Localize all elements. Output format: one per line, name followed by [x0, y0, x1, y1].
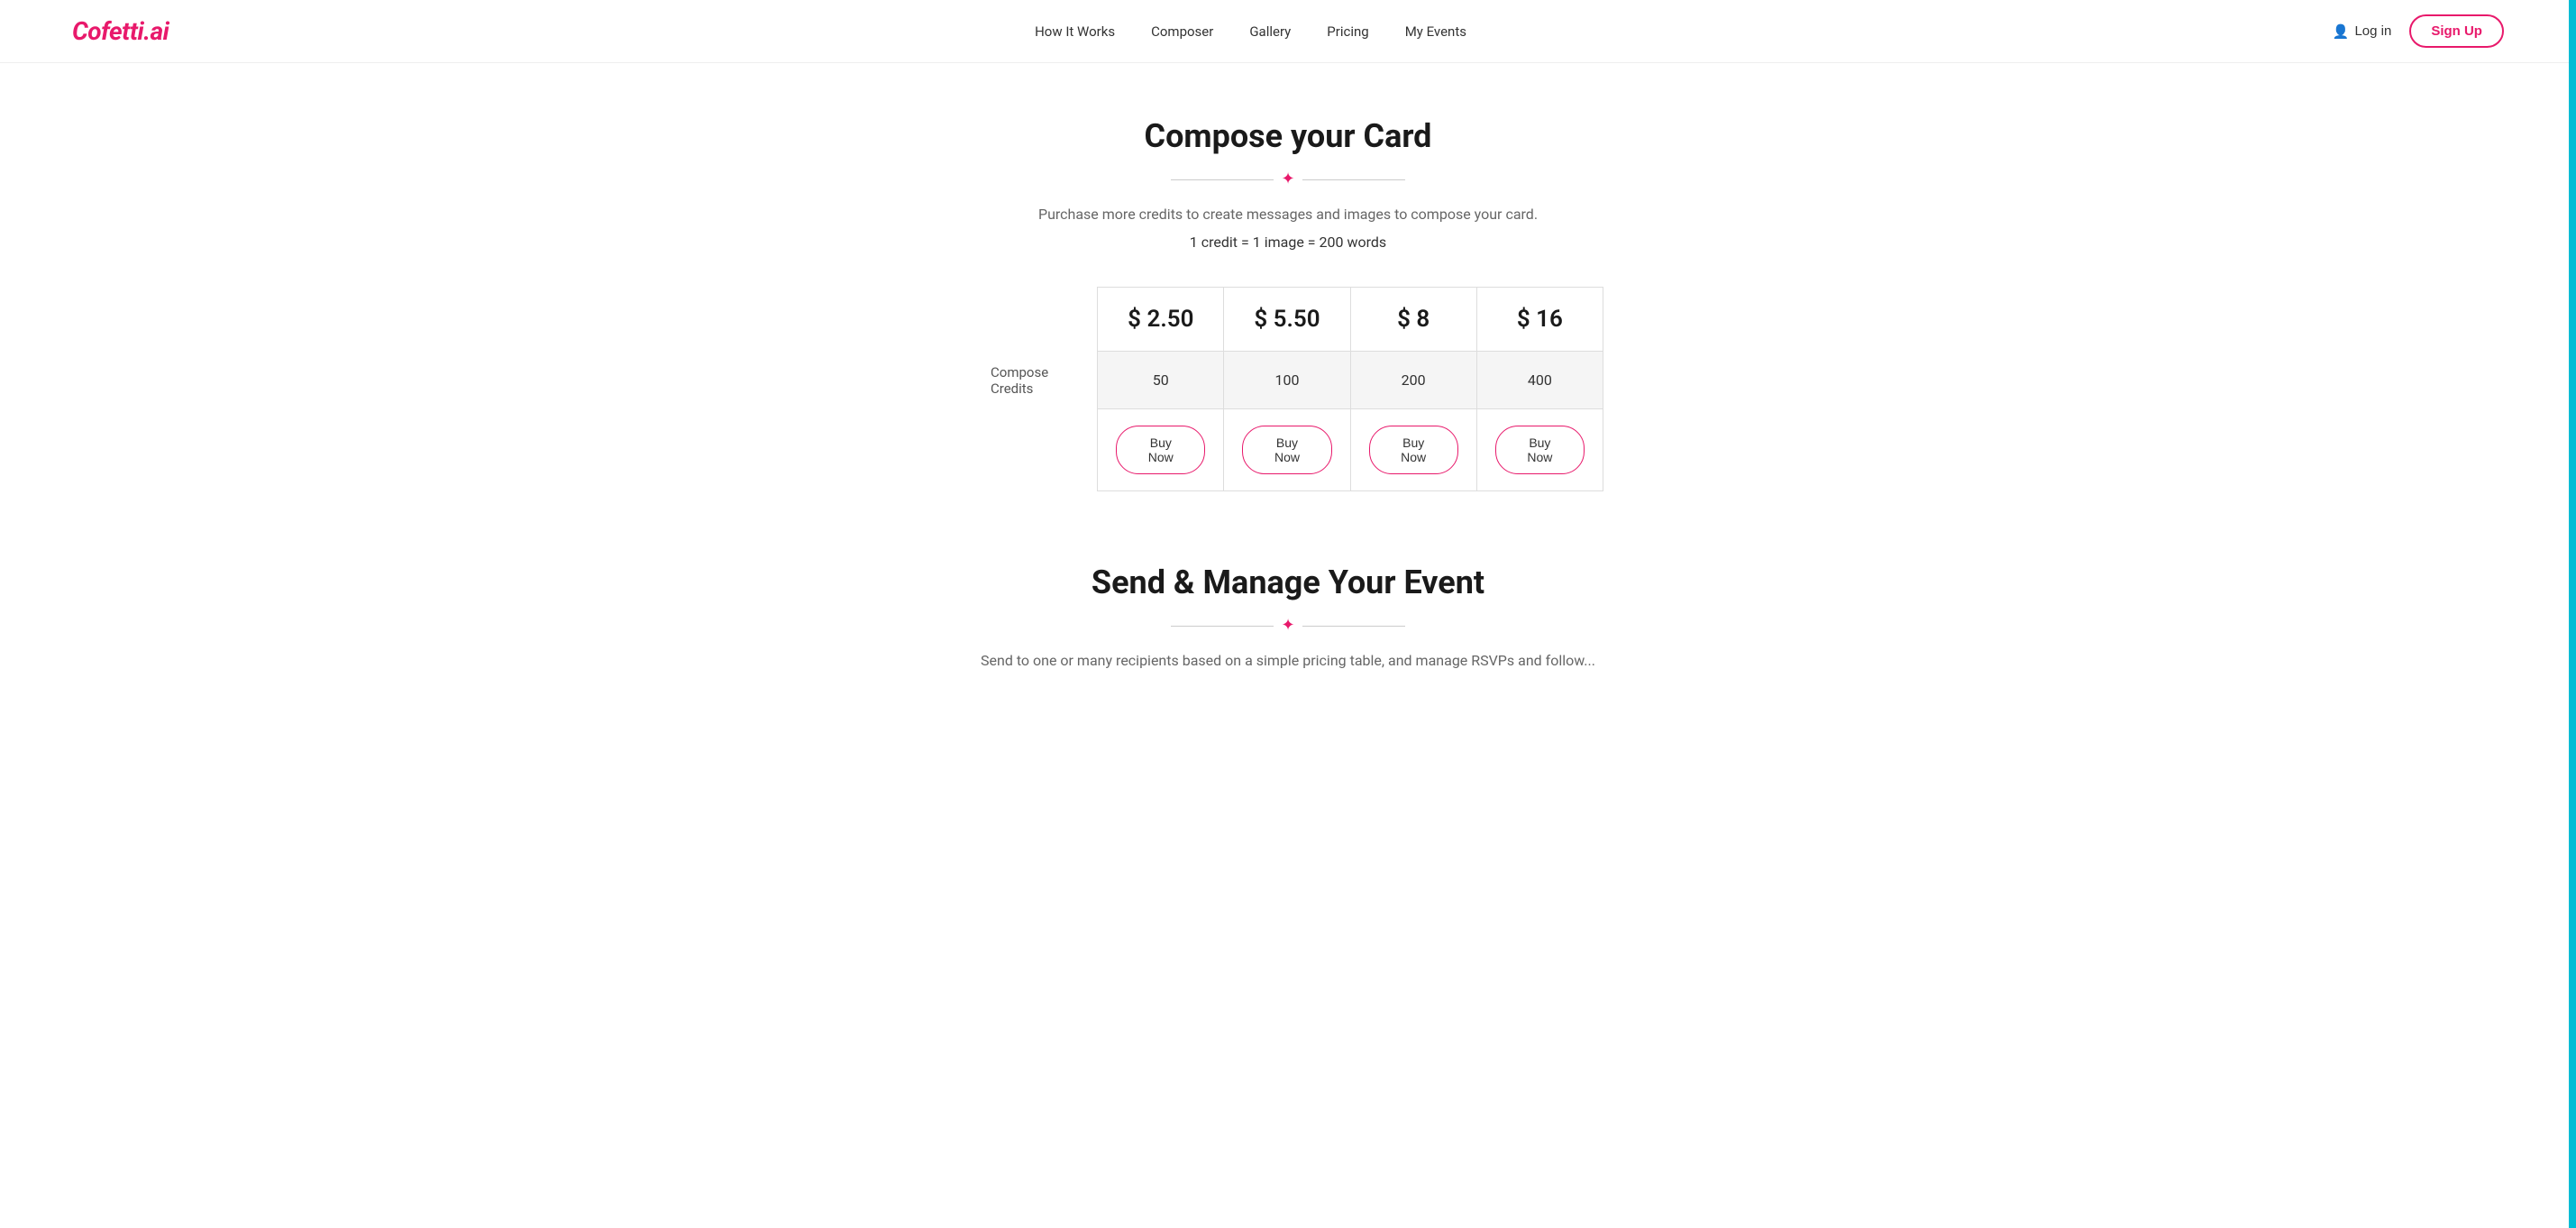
buy-now-cell-2: Buy Now [1224, 409, 1350, 491]
compose-card-section: Compose your Card ✦ Purchase more credit… [918, 117, 1658, 491]
credits-row: Compose Credits 50 100 200 400 [973, 352, 1603, 409]
send-manage-section: Send & Manage Your Event ✦ Send to one o… [918, 564, 1658, 669]
compose-card-subtitle: Purchase more credits to create messages… [918, 206, 1658, 223]
credits-tier-3: 200 [1350, 352, 1476, 409]
navbar: Cofetti.ai How It Works Composer Gallery… [0, 0, 2576, 63]
login-label: Log in [2354, 23, 2391, 39]
buy-now-cell-4: Buy Now [1476, 409, 1603, 491]
price-tier-4: $ 16 [1476, 288, 1603, 352]
price-row: $ 2.50 $ 5.50 $ 8 $ 16 [973, 288, 1603, 352]
buy-now-button-2[interactable]: Buy Now [1242, 426, 1331, 474]
pricing-table: $ 2.50 $ 5.50 $ 8 $ 16 Compose Credits 5… [973, 287, 1603, 491]
divider-2: ✦ [1171, 618, 1405, 634]
login-button[interactable]: 👤 Log in [2333, 23, 2392, 40]
nav-link-gallery[interactable]: Gallery [1249, 23, 1291, 40]
main-content: Compose your Card ✦ Purchase more credit… [882, 63, 1694, 705]
button-empty [973, 409, 1098, 491]
divider: ✦ [1171, 171, 1405, 188]
star-icon: ✦ [1281, 171, 1294, 188]
signup-button[interactable]: Sign Up [2409, 14, 2504, 48]
price-label-empty [973, 288, 1098, 352]
nav-links: How It Works Composer Gallery Pricing My… [1035, 23, 1466, 40]
nav-link-how-it-works[interactable]: How It Works [1035, 23, 1115, 40]
nav-actions: 👤 Log in Sign Up [2333, 14, 2504, 48]
send-manage-title: Send & Manage Your Event [918, 564, 1658, 601]
nav-link-pricing[interactable]: Pricing [1327, 23, 1368, 40]
credits-tier-1: 50 [1098, 352, 1224, 409]
brand-logo[interactable]: Cofetti.ai [72, 16, 169, 46]
buy-now-button-4[interactable]: Buy Now [1495, 426, 1585, 474]
buy-now-cell-3: Buy Now [1350, 409, 1476, 491]
credits-tier-4: 400 [1476, 352, 1603, 409]
price-tier-1: $ 2.50 [1098, 288, 1224, 352]
send-manage-subtitle: Send to one or many recipients based on … [918, 652, 1658, 669]
user-icon: 👤 [2333, 23, 2350, 40]
buy-now-cell-1: Buy Now [1098, 409, 1224, 491]
credits-tier-2: 100 [1224, 352, 1350, 409]
credits-row-label: Compose Credits [973, 352, 1098, 409]
compose-card-title: Compose your Card [918, 117, 1658, 155]
button-row: Buy Now Buy Now Buy Now Buy Now [973, 409, 1603, 491]
credit-info: 1 credit = 1 image = 200 words [918, 234, 1658, 251]
price-tier-3: $ 8 [1350, 288, 1476, 352]
pricing-table-wrapper: $ 2.50 $ 5.50 $ 8 $ 16 Compose Credits 5… [918, 287, 1658, 491]
buy-now-button-3[interactable]: Buy Now [1369, 426, 1458, 474]
buy-now-button-1[interactable]: Buy Now [1116, 426, 1205, 474]
price-tier-2: $ 5.50 [1224, 288, 1350, 352]
scrollbar-accent [2569, 0, 2576, 1228]
nav-link-composer[interactable]: Composer [1151, 23, 1213, 40]
star-icon-2: ✦ [1281, 618, 1294, 634]
nav-link-my-events[interactable]: My Events [1405, 23, 1466, 40]
